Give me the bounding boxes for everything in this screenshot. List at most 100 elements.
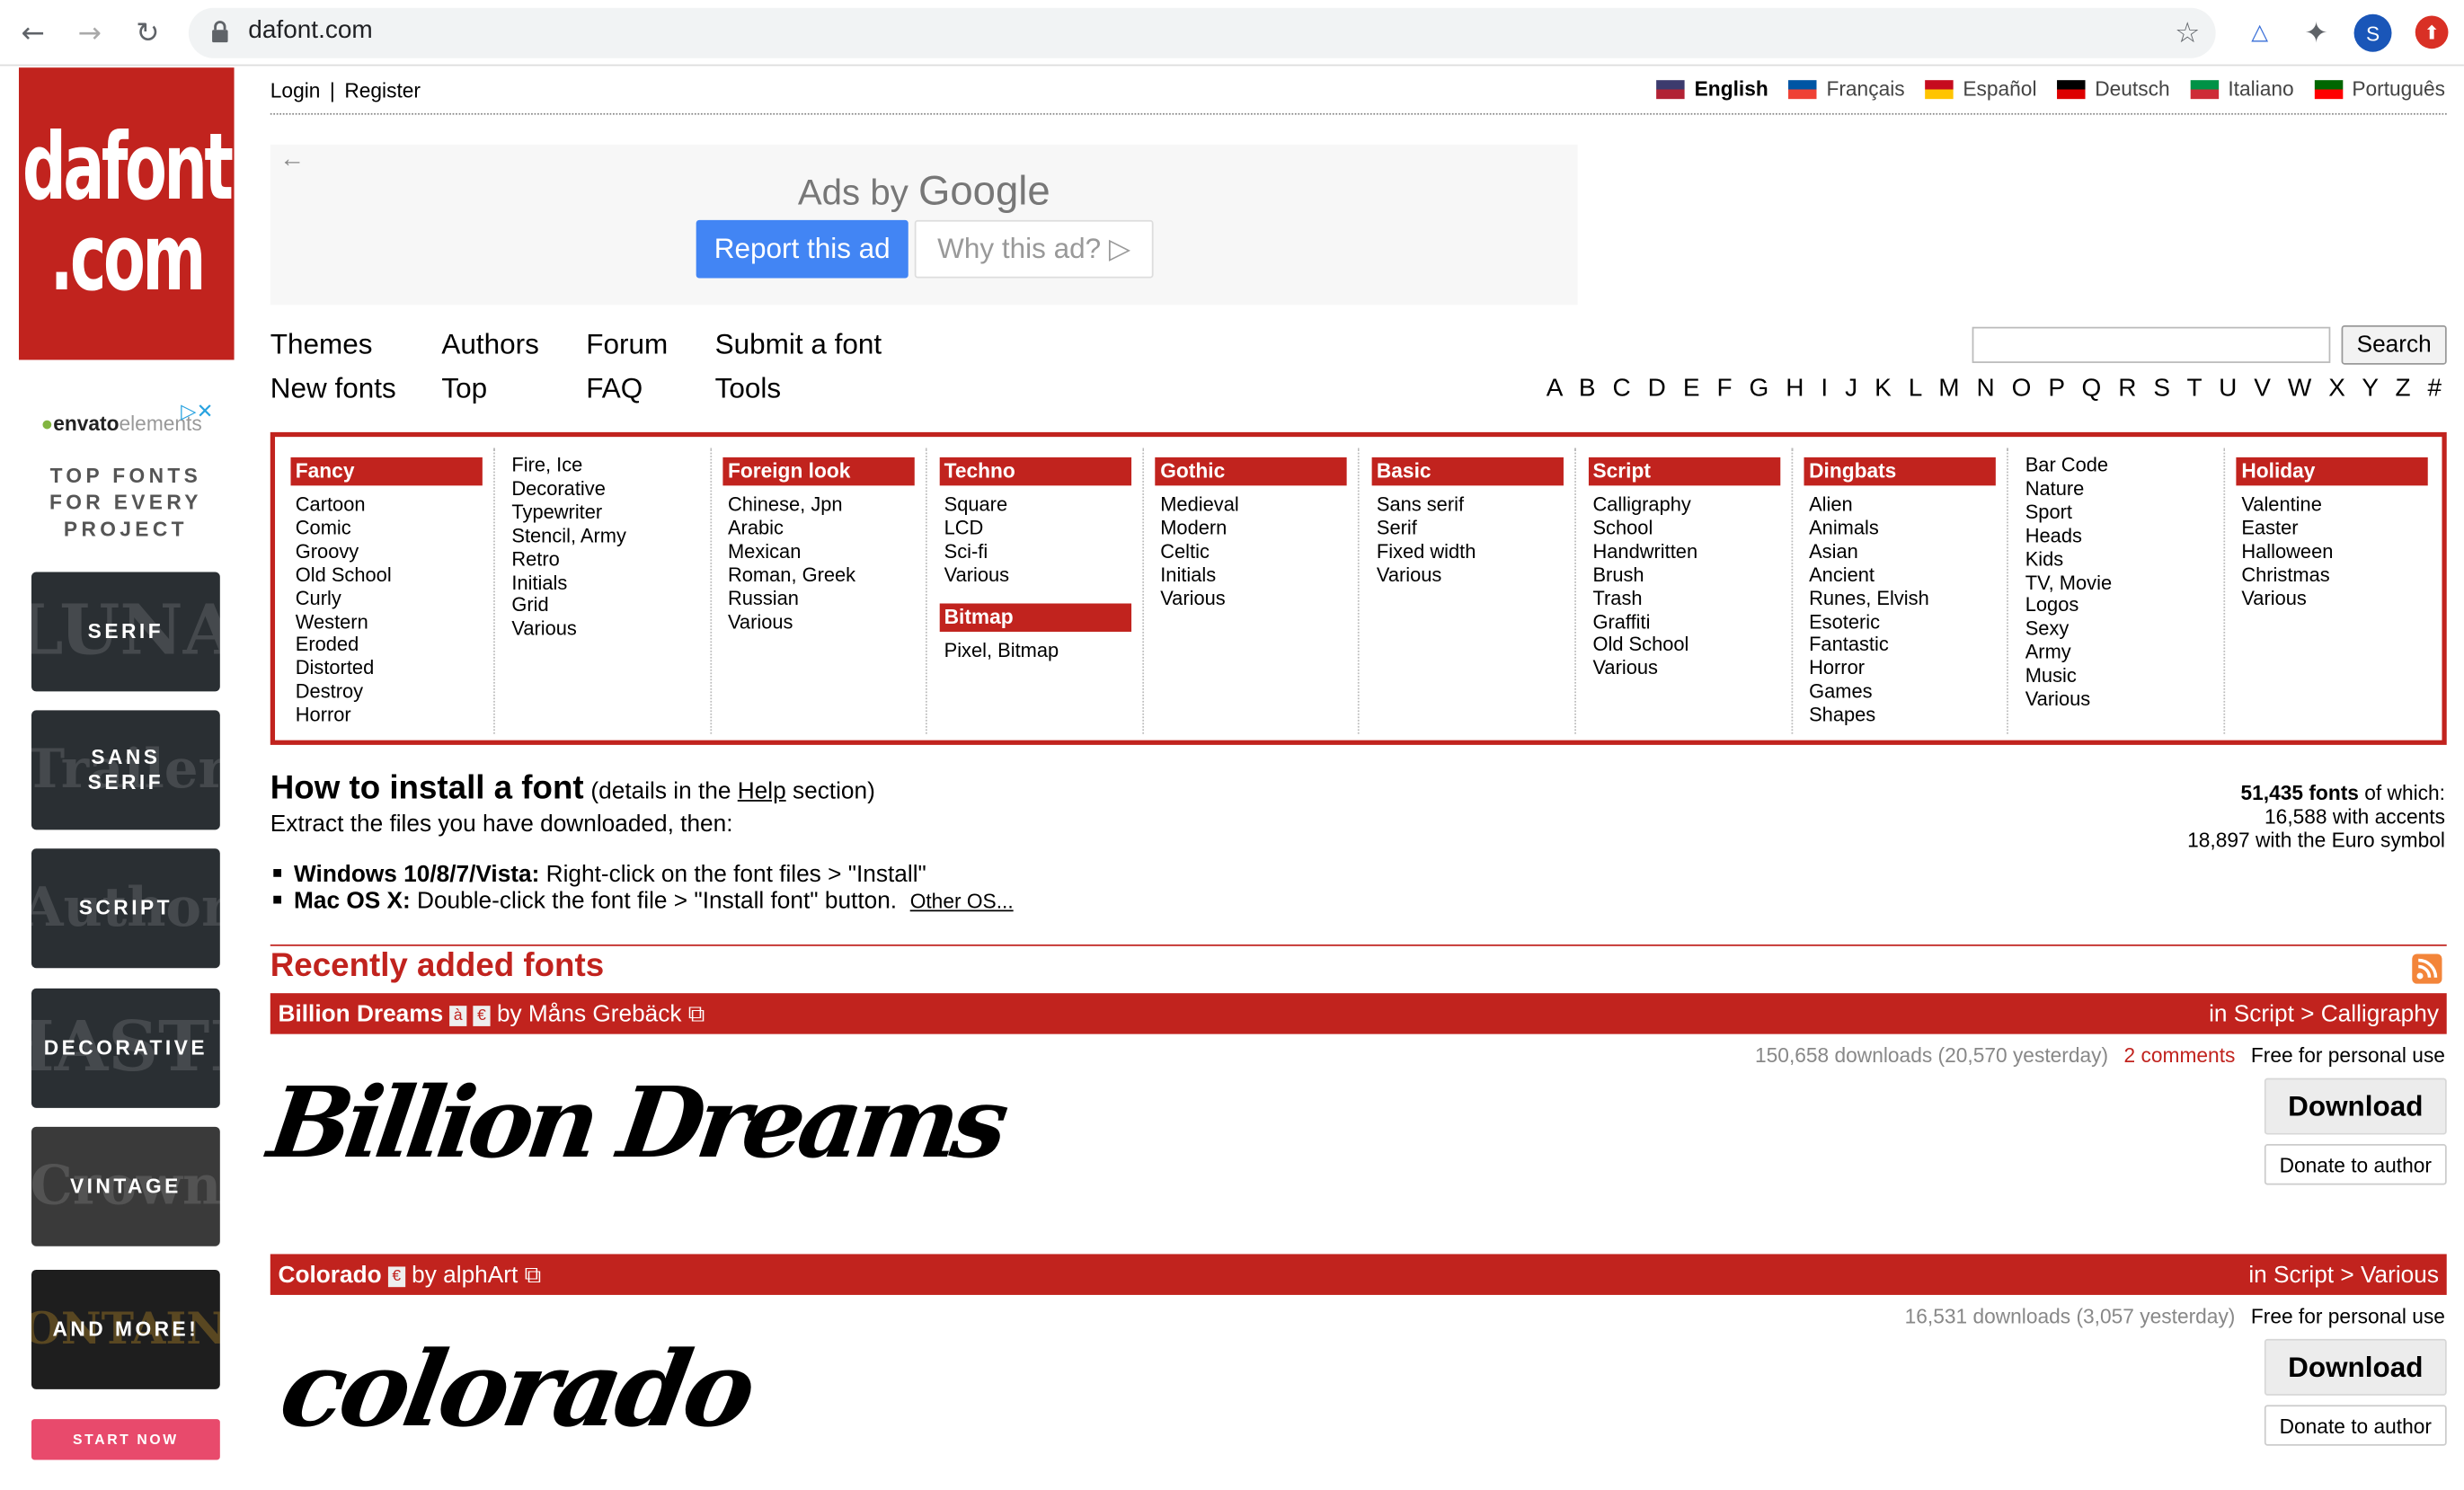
- category-link[interactable]: Various: [1377, 563, 1574, 587]
- category-link[interactable]: Medieval: [1160, 493, 1358, 517]
- category-link[interactable]: Fixed width: [1377, 540, 1574, 563]
- category-link[interactable]: Music: [2025, 665, 2223, 688]
- category-link[interactable]: Ancient: [1809, 563, 2007, 587]
- category-link[interactable]: Old School: [296, 563, 493, 587]
- category-link[interactable]: Heads: [2025, 525, 2223, 548]
- tile-decorative[interactable]: HASTEDECORATIVE: [31, 988, 220, 1108]
- reload-icon[interactable]: ↻: [128, 13, 168, 53]
- nav-themes[interactable]: Themes: [270, 328, 373, 361]
- language-italiano[interactable]: Italiano: [2190, 77, 2294, 101]
- category-link[interactable]: Typewriter: [511, 501, 709, 525]
- rss-icon[interactable]: [2412, 953, 2442, 984]
- category-link[interactable]: Distorted: [296, 658, 493, 681]
- category-link[interactable]: Chinese, Jpn: [728, 493, 926, 517]
- category-link[interactable]: Nature: [2025, 477, 2223, 501]
- category-link[interactable]: Grid: [511, 595, 709, 618]
- nav-new-fonts[interactable]: New fonts: [270, 372, 396, 405]
- category-link[interactable]: Trash: [1592, 587, 1790, 610]
- category-link[interactable]: Eroded: [296, 634, 493, 657]
- category-link[interactable]: Brush: [1592, 563, 1790, 587]
- category-link[interactable]: Various: [511, 618, 709, 642]
- category-heading[interactable]: Gothic: [1155, 457, 1348, 486]
- category-link[interactable]: Square: [944, 493, 1142, 517]
- category-link[interactable]: Bar Code: [2025, 454, 2223, 477]
- category-link[interactable]: Sport: [2025, 501, 2223, 525]
- address-bar[interactable]: [188, 7, 2216, 58]
- category-link[interactable]: Various: [2025, 688, 2223, 712]
- language-english[interactable]: English: [1656, 77, 1768, 101]
- font-preview[interactable]: colorado: [272, 1328, 760, 1450]
- category-link[interactable]: Various: [1160, 587, 1358, 610]
- category-link[interactable]: Asian: [1809, 540, 2007, 563]
- category-link[interactable]: Sci-fi: [944, 540, 1142, 563]
- category-heading[interactable]: Basic: [1371, 457, 1564, 486]
- login-link[interactable]: Login: [270, 78, 321, 102]
- download-button[interactable]: Download: [2264, 1078, 2447, 1135]
- category-link[interactable]: Groovy: [296, 540, 493, 563]
- category-link[interactable]: Sexy: [2025, 618, 2223, 642]
- category-link[interactable]: Shapes: [1809, 705, 2007, 728]
- category-link[interactable]: Pixel, Bitmap: [944, 639, 1142, 662]
- font-category-link[interactable]: in Script > Calligraphy: [2209, 1000, 2439, 1027]
- category-link[interactable]: Animals: [1809, 517, 2007, 540]
- star-icon[interactable]: ☆: [2167, 13, 2207, 53]
- comments-link[interactable]: 2 comments: [2124, 1043, 2236, 1067]
- author-link[interactable]: by alphArt: [412, 1261, 518, 1288]
- category-heading[interactable]: Dingbats: [1804, 457, 1997, 486]
- category-link[interactable]: TV, Movie: [2025, 572, 2223, 595]
- tile-vintage[interactable]: Crown VINTAGE: [31, 1126, 220, 1246]
- category-link[interactable]: Curly: [296, 587, 493, 610]
- tile-serif[interactable]: LUNASERIF: [31, 572, 220, 692]
- category-link[interactable]: Initials: [1160, 563, 1358, 587]
- category-link[interactable]: Arabic: [728, 517, 926, 540]
- category-link[interactable]: Destroy: [296, 681, 493, 705]
- dafont-logo[interactable]: dafont .com: [18, 67, 235, 360]
- category-link[interactable]: Army: [2025, 642, 2223, 665]
- category-link[interactable]: Various: [728, 610, 926, 634]
- category-link[interactable]: Kids: [2025, 548, 2223, 572]
- font-name-link[interactable]: Billion Dreams: [279, 1000, 444, 1027]
- envato-logo[interactable]: ●envatoelements: [40, 412, 201, 435]
- font-name-link[interactable]: Colorado: [279, 1261, 382, 1288]
- category-link[interactable]: Christmas: [2241, 563, 2441, 587]
- category-link[interactable]: Horror: [1809, 658, 2007, 681]
- category-link[interactable]: Halloween: [2241, 540, 2441, 563]
- category-link[interactable]: Roman, Greek: [728, 563, 926, 587]
- tile-sans-serif[interactable]: Trailer SANS SERIF: [31, 710, 220, 830]
- category-link[interactable]: Celtic: [1160, 540, 1358, 563]
- category-link[interactable]: School: [1592, 517, 1790, 540]
- font-category-link[interactable]: in Script > Various: [2248, 1261, 2439, 1288]
- language-français[interactable]: Français: [1788, 77, 1905, 101]
- category-link[interactable]: LCD: [944, 517, 1142, 540]
- nav-authors[interactable]: Authors: [441, 328, 539, 361]
- download-button[interactable]: Download: [2264, 1338, 2447, 1396]
- external-link-icon[interactable]: ⧉: [688, 1000, 705, 1027]
- why-this-ad-button[interactable]: Why this ad? ▷: [914, 219, 1154, 279]
- puzzle-icon[interactable]: ✦: [2296, 13, 2336, 53]
- category-heading[interactable]: Script: [1588, 457, 1780, 486]
- nav-forum[interactable]: Forum: [586, 328, 668, 361]
- language-español[interactable]: Español: [1925, 77, 2037, 101]
- category-link[interactable]: Calligraphy: [1592, 493, 1790, 517]
- url-text[interactable]: dafont.com: [248, 17, 372, 45]
- category-link[interactable]: Mexican: [728, 540, 926, 563]
- category-link[interactable]: Runes, Elvish: [1809, 587, 2007, 610]
- language-deutsch[interactable]: Deutsch: [2057, 77, 2170, 101]
- profile-avatar[interactable]: S: [2353, 13, 2392, 52]
- tile-script[interactable]: Author SCRIPT: [31, 848, 220, 969]
- alphabet-nav[interactable]: A B C D E F G H I J K L M N O P Q R S T …: [1547, 376, 2447, 404]
- category-link[interactable]: Decorative: [511, 477, 709, 501]
- category-link[interactable]: Russian: [728, 587, 926, 610]
- author-link[interactable]: by Måns Grebäck: [497, 1000, 682, 1027]
- tile-and-more[interactable]: FONTAINEAND MORE!: [31, 1269, 220, 1389]
- category-link[interactable]: Retro: [511, 548, 709, 572]
- donate-button[interactable]: Donate to author: [2264, 1405, 2447, 1446]
- category-link[interactable]: Fantastic: [1809, 634, 2007, 657]
- category-link[interactable]: Various: [2241, 587, 2441, 610]
- search-button[interactable]: Search: [2341, 324, 2447, 365]
- category-link[interactable]: Serif: [1377, 517, 1574, 540]
- category-heading[interactable]: Fancy: [290, 457, 483, 486]
- category-link[interactable]: Easter: [2241, 517, 2441, 540]
- other-os-link[interactable]: Other OS...: [910, 890, 1014, 913]
- report-ad-button[interactable]: Report this ad: [696, 219, 908, 279]
